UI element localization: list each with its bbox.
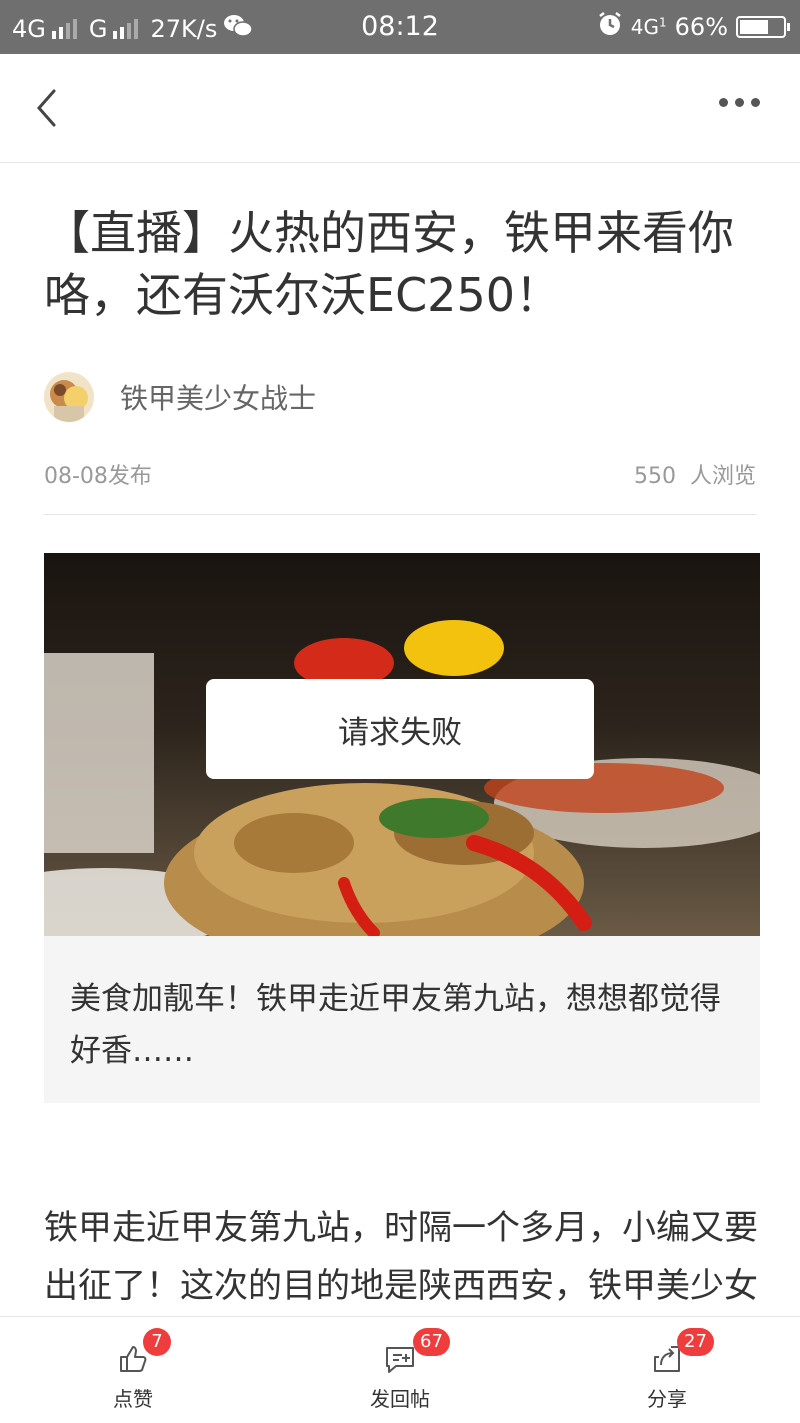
article-meta: 08-08发布 550 人浏览 <box>44 458 756 490</box>
more-dots-icon <box>719 98 728 107</box>
divider <box>44 514 756 515</box>
bottom-action-bar: 7 点赞 67 发回帖 27 分享 <box>0 1316 800 1423</box>
chevron-left-icon <box>36 89 56 127</box>
status-bar: 4G G 27K/s 08:12 4G1 66% <box>0 0 800 54</box>
battery-icon <box>736 16 790 38</box>
share-count-badge: 27 <box>677 1328 714 1356</box>
reply-label: 发回帖 <box>370 1387 430 1411</box>
publish-date: 08-08发布 <box>44 464 152 489</box>
like-count-badge: 7 <box>143 1328 171 1356</box>
back-button[interactable] <box>32 88 62 128</box>
like-label: 点赞 <box>113 1387 153 1411</box>
link-card[interactable]: 请求失败 美食加靓车！铁甲走近甲友第九站，想想都觉得好香…… <box>44 553 760 1103</box>
reply-button[interactable]: 67 发回帖 <box>300 1317 500 1423</box>
card-description: 美食加靓车！铁甲走近甲友第九站，想想都觉得好香…… <box>70 981 721 1069</box>
like-button[interactable]: 7 点赞 <box>33 1317 233 1423</box>
more-button[interactable] <box>719 98 760 107</box>
share-label: 分享 <box>647 1387 687 1411</box>
avatar[interactable] <box>44 372 94 422</box>
reply-count-badge: 67 <box>413 1328 450 1356</box>
more-dots-icon <box>735 98 744 107</box>
author-row[interactable]: 铁甲美少女战士 <box>44 372 316 422</box>
view-count: 550 人浏览 <box>634 464 756 489</box>
more-dots-icon <box>751 98 760 107</box>
alarm-icon <box>597 11 623 43</box>
author-name[interactable]: 铁甲美少女战士 <box>120 377 316 417</box>
nav-bar <box>0 54 800 163</box>
article-title: 【直播】火热的西安，铁甲来看你咯，还有沃尔沃EC250！ <box>44 206 734 322</box>
network-type-3: 4G1 <box>630 15 667 39</box>
battery-percent: 66% <box>674 13 728 41</box>
comment-add-icon <box>386 1347 414 1373</box>
status-right: 4G1 66% <box>597 11 790 43</box>
share-button[interactable]: 27 分享 <box>567 1317 767 1423</box>
request-failed-toast: 请求失败 <box>206 679 594 779</box>
